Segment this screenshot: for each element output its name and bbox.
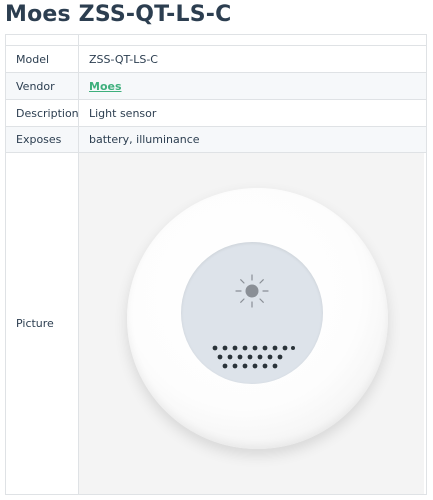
row-value-exposes: battery, illuminance: [78, 126, 427, 153]
table-row: Description Light sensor: [5, 99, 427, 127]
page-title: Moes ZSS-QT-LS-C: [5, 2, 232, 27]
row-key-description: Description: [5, 99, 79, 127]
vendor-link[interactable]: Moes: [89, 80, 122, 93]
row-key-picture: Picture: [5, 152, 79, 495]
row-value-picture: [78, 152, 427, 495]
device-info-table: Model ZSS-QT-LS-C Vendor Moes Descriptio…: [5, 34, 427, 495]
table-row: Picture: [5, 152, 427, 495]
table-row: Vendor Moes: [5, 72, 427, 100]
table-header-cell: [78, 34, 427, 46]
table-row: Model ZSS-QT-LS-C: [5, 45, 427, 73]
table-row: Exposes battery, illuminance: [5, 126, 427, 153]
table-header-row: [5, 34, 427, 46]
row-value-description: Light sensor: [78, 99, 427, 127]
row-key-model: Model: [5, 45, 79, 73]
device-body: [127, 188, 388, 449]
row-value-vendor: Moes: [78, 72, 427, 100]
row-value-model: ZSS-QT-LS-C: [78, 45, 427, 73]
device-picture: [79, 153, 424, 494]
table-header-cell: [5, 34, 79, 46]
speaker-grille: [212, 345, 295, 369]
row-key-exposes: Exposes: [5, 126, 79, 153]
sun-icon: [235, 274, 269, 308]
device-face: [181, 242, 323, 384]
row-key-vendor: Vendor: [5, 72, 79, 100]
